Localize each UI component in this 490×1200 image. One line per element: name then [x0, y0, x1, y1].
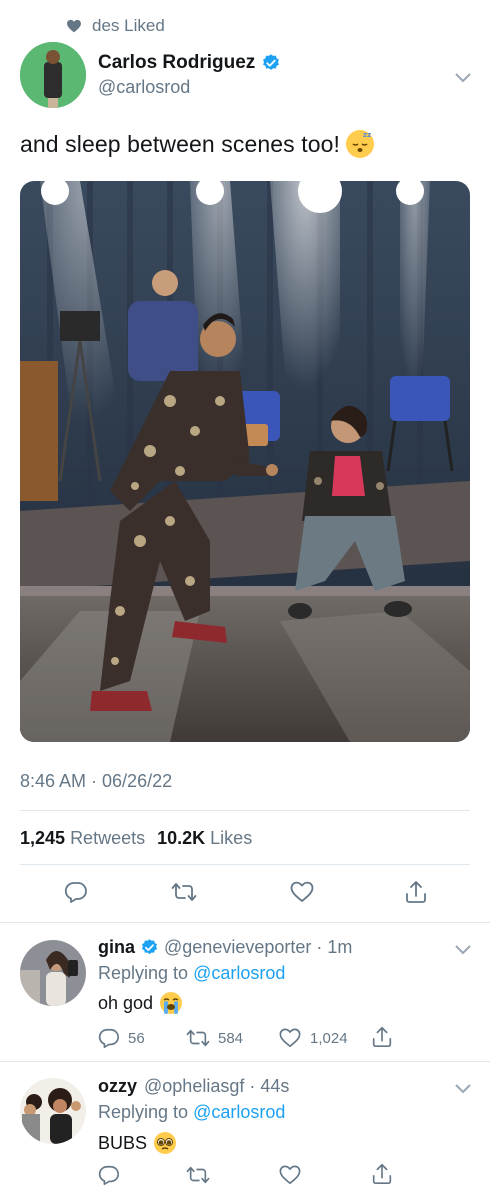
verified-badge-icon [263, 54, 280, 70]
svg-text:zz: zz [363, 131, 371, 139]
retweet-button[interactable] [186, 1164, 210, 1186]
replying-prefix: Replying to [98, 963, 189, 983]
reply-author-handle[interactable]: @genevieveporter [164, 937, 311, 958]
retweet-button[interactable]: 584 [186, 1027, 243, 1049]
retweets-stat[interactable]: 1,245 Retweets [20, 828, 145, 849]
share-button[interactable] [370, 1025, 394, 1049]
liked-context-text: des Liked [92, 16, 165, 36]
liked-action: Liked [124, 16, 165, 35]
reply-avatar[interactable] [20, 1078, 86, 1144]
likes-stat[interactable]: 10.2K Likes [157, 828, 252, 849]
heart-outline-icon [279, 1028, 301, 1048]
replying-to-handle[interactable]: @carlosrod [193, 963, 285, 983]
loudly-crying-face-icon [160, 992, 183, 1014]
heart-outline-icon [290, 881, 314, 902]
reply-button[interactable]: 56 [98, 1027, 145, 1049]
share-icon [406, 881, 426, 903]
author-handle[interactable]: @carlosrod [98, 77, 281, 98]
reply-text-content: oh god [98, 992, 154, 1013]
share-icon [372, 1026, 392, 1048]
retweet-count: 584 [218, 1029, 244, 1047]
reply-time: · 1m [316, 937, 353, 957]
replying-to: Replying to @carlosrod [98, 963, 285, 984]
retweet-icon [171, 883, 197, 901]
replying-to: Replying to @carlosrod [98, 1102, 285, 1123]
retweet-button[interactable] [171, 880, 197, 904]
reply-text: BUBS [98, 1131, 177, 1155]
share-icon [372, 1163, 392, 1185]
reply-time: · 44s [249, 1076, 290, 1096]
like-count: 1,024 [310, 1029, 348, 1047]
retweets-label: Retweets [70, 828, 146, 848]
tweet-timestamp[interactable]: 8:46 AM · 06/26/22 [20, 771, 172, 792]
retweets-count: 1,245 [20, 828, 66, 848]
reply-avatar[interactable] [20, 940, 86, 1006]
reply-text: oh god [98, 991, 183, 1015]
like-button[interactable] [278, 1164, 302, 1186]
reply-author-name[interactable]: gina [98, 937, 135, 958]
tweet-text-content: and sleep between scenes too! [20, 130, 341, 157]
sleeping-face-icon: zz [346, 130, 375, 158]
comment-icon [64, 882, 87, 903]
reply-header: gina @genevieveporter · 1m [98, 937, 352, 958]
reply-author-name[interactable]: ozzy [98, 1076, 137, 1097]
verified-badge-icon [141, 939, 158, 955]
author-avatar[interactable] [20, 42, 86, 108]
liked-context: des Liked [66, 16, 165, 36]
chevron-down-icon[interactable] [455, 1081, 471, 1094]
divider [20, 810, 470, 811]
tweet-photo[interactable] [20, 181, 470, 742]
author-info: Carlos Rodriguez @carlosrod [98, 52, 281, 98]
tweet-text: and sleep between scenes too! zz [20, 130, 375, 158]
reply-button[interactable] [64, 880, 88, 904]
share-button[interactable] [370, 1162, 394, 1186]
likes-label: Likes [210, 828, 253, 848]
chevron-down-icon[interactable] [455, 70, 471, 83]
replying-prefix: Replying to [98, 1102, 189, 1122]
reply-count: 56 [128, 1029, 145, 1047]
divider [0, 922, 490, 923]
likes-count: 10.2K [157, 828, 206, 848]
reply-button[interactable] [98, 1164, 120, 1186]
share-button[interactable] [403, 879, 429, 905]
liked-by-user: des [92, 16, 120, 35]
retweet-icon [186, 1029, 210, 1047]
comment-icon [98, 1165, 119, 1185]
divider [20, 864, 470, 865]
heart-outline-icon [279, 1165, 301, 1185]
like-button[interactable] [289, 880, 315, 904]
retweet-icon [186, 1166, 210, 1184]
reply-author-handle[interactable]: @opheliasgf [144, 1076, 244, 1097]
replying-to-handle[interactable]: @carlosrod [193, 1102, 285, 1122]
reply-text-content: BUBS [98, 1132, 148, 1153]
pleading-face-icon [154, 1132, 177, 1154]
author-name[interactable]: Carlos Rodriguez [98, 52, 255, 74]
chevron-down-icon[interactable] [455, 942, 471, 955]
comment-icon [98, 1028, 119, 1048]
heart-icon [67, 19, 81, 33]
like-button[interactable]: 1,024 [278, 1027, 348, 1049]
divider [0, 1061, 490, 1062]
tweet-stats: 1,245 Retweets 10.2K Likes [20, 828, 252, 849]
reply-header: ozzy @opheliasgf · 44s [98, 1076, 289, 1097]
